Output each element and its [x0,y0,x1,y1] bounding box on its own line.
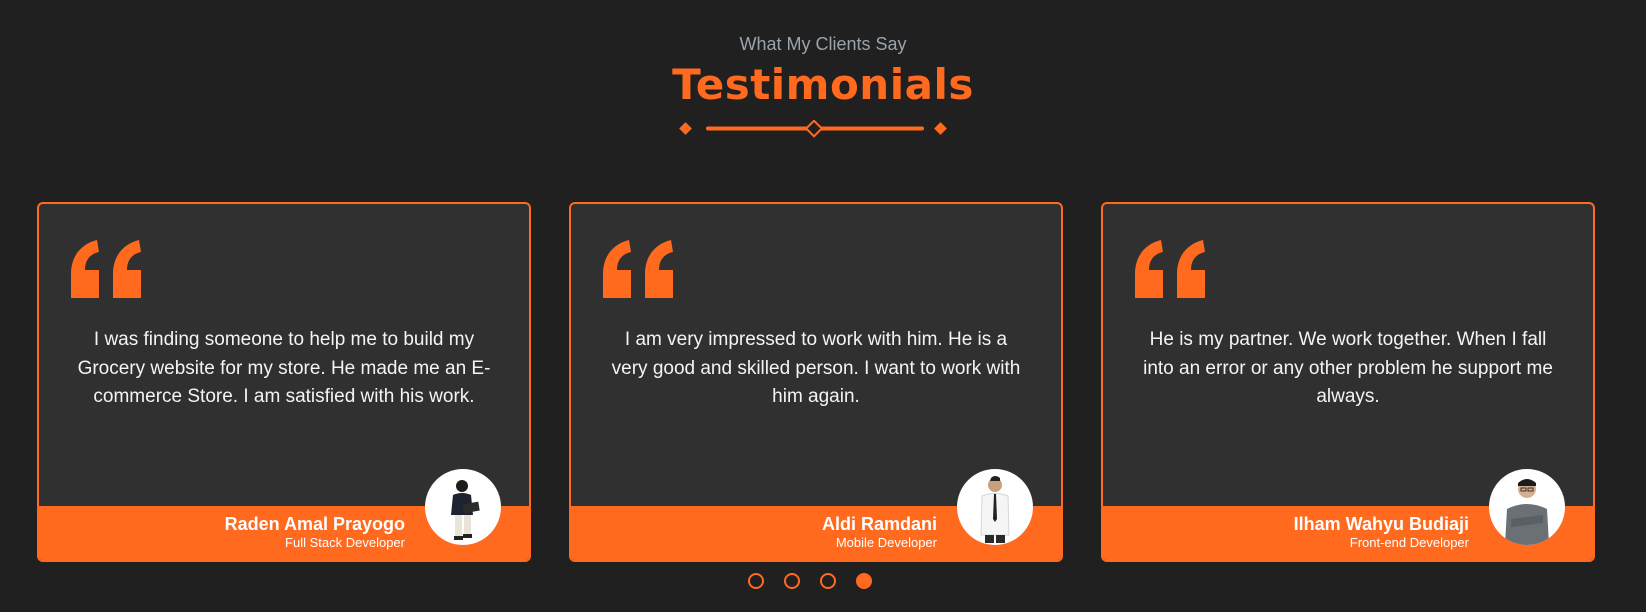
client-avatar [425,469,501,545]
client-role: Front-end Developer [1349,535,1469,550]
person-with-laptop-icon [451,480,480,540]
client-avatar [957,469,1033,545]
title-divider [679,120,947,138]
testimonial-card: I am very impressed to work with him. He… [569,202,1063,562]
pagination-dot-4[interactable] [856,573,872,589]
testimonial-text: He is my partner. We work together. When… [1143,329,1553,407]
testimonial-card: He is my partner. We work together. When… [1101,202,1595,562]
client-name: Ilham Wahyu Budiaji [1293,514,1469,534]
testimonial-card: I was finding someone to help me to buil… [37,202,531,562]
testimonial-text: I am very impressed to work with him. He… [611,329,1021,407]
pagination-dot-1[interactable] [748,573,764,589]
client-name: Raden Amal Prayogo [224,514,405,534]
person-arms-crossed-icon [1505,479,1549,545]
client-avatar [1489,469,1565,545]
quote-icon [1135,240,1205,298]
carousel-pagination [748,573,872,589]
client-role: Mobile Developer [835,535,937,550]
person-in-shirt-and-tie-icon [980,476,1010,543]
section-eyebrow: What My Clients Say [739,34,907,54]
divider-center-diamond [804,120,824,138]
section-header: What My Clients Say Testimonials [0,30,1646,112]
pagination-dot-3[interactable] [820,573,836,589]
divider-right-diamond [934,122,947,135]
client-role: Full Stack Developer [285,535,405,550]
section-title: Testimonials [672,60,974,109]
testimonial-text: I was finding someone to help me to buil… [77,329,491,407]
quote-icon [603,240,673,298]
quote-icon [71,240,141,298]
divider-left-diamond [679,122,692,135]
client-name: Aldi Ramdani [821,514,937,534]
pagination-dot-2[interactable] [784,573,800,589]
